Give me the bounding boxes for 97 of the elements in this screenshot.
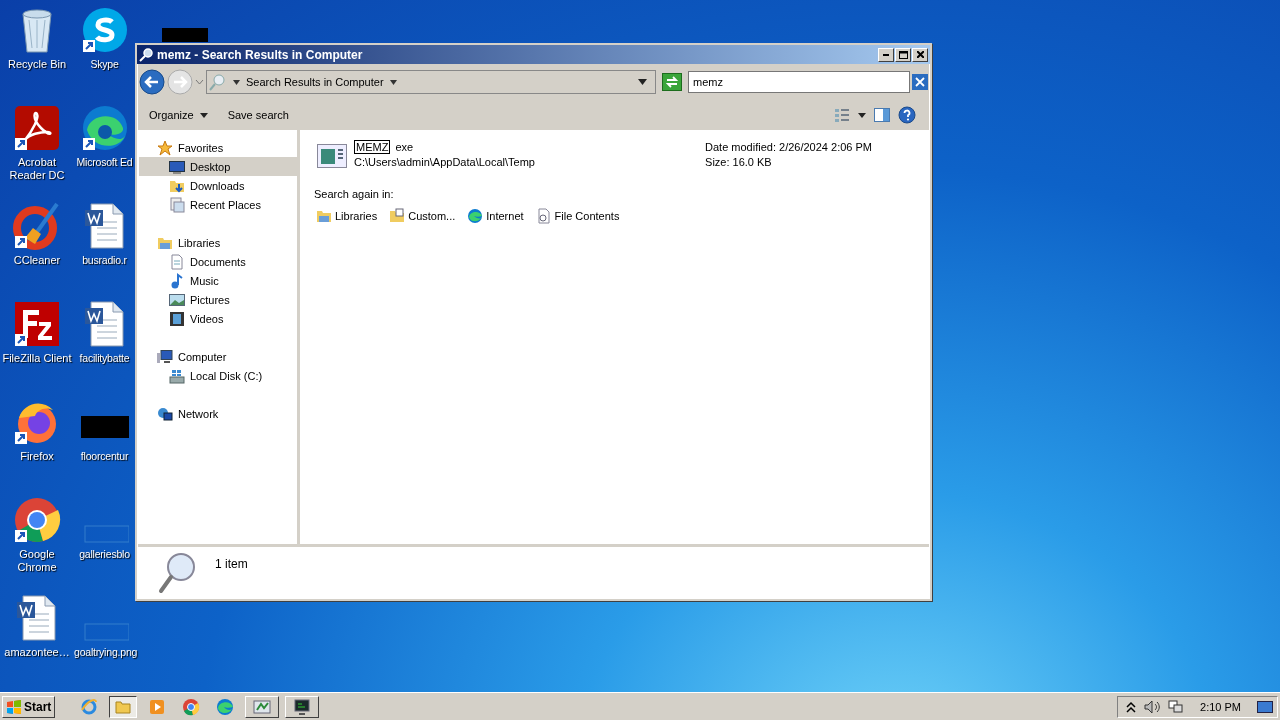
clock[interactable]: 2:10 PM	[1200, 700, 1241, 713]
close-button[interactable]	[912, 47, 928, 62]
sidebar-item[interactable]: Network	[139, 404, 297, 423]
sidebar-item[interactable]: Recent Places	[139, 195, 297, 214]
sidebar-item[interactable]: Videos	[139, 309, 297, 328]
folder-icon	[389, 208, 406, 224]
icon-label: Acrobat Reader DC	[8, 156, 66, 182]
search-location-button[interactable]: Internet	[465, 206, 526, 226]
icon-label: Firefox	[19, 450, 55, 463]
sidebar-item[interactable]: Downloads	[139, 176, 297, 195]
icon-label: amazontee…	[3, 646, 71, 659]
sidebar-item[interactable]: Libraries	[139, 233, 297, 252]
edge-icon	[467, 208, 484, 224]
edge-icon	[216, 697, 235, 716]
search-location-button[interactable]: Libraries	[314, 206, 380, 226]
monitor-icon	[293, 697, 312, 716]
windows-logo-icon	[6, 699, 22, 714]
icon-label: Google Chrome	[16, 548, 58, 574]
caret-icon[interactable]	[389, 79, 397, 85]
caret-icon[interactable]	[233, 79, 240, 85]
shortcut-pdf-icon[interactable]	[13, 104, 61, 152]
icon-label: Microsoft Ed	[75, 156, 134, 169]
music-note-icon	[169, 272, 185, 289]
film-icon	[169, 310, 185, 327]
speaker-icon[interactable]	[1144, 699, 1161, 714]
picture-icon	[169, 291, 185, 308]
icon-label: galleriesblo	[78, 548, 131, 561]
search-result[interactable]: MEMZ exe C:\Users\admin\AppData\Local\Temp Date modified: 2/26/2024 2:06 PM Size: 16.0 KB	[314, 140, 916, 172]
search-icon	[209, 73, 227, 91]
date-modified: Date modified: 2/26/2024 2:06 PM	[705, 140, 872, 155]
file-name: MEMZ exe	[354, 140, 415, 155]
shortcut-broom-icon[interactable]	[13, 202, 61, 250]
image-thumbnail[interactable]	[162, 28, 208, 42]
back-button[interactable]	[139, 69, 165, 95]
organize-menu[interactable]: Organize	[143, 106, 214, 124]
search-icon	[139, 47, 153, 62]
section-label: Search again in:	[314, 188, 395, 200]
sidebar-item[interactable]: Documents	[139, 252, 297, 271]
media-player-icon	[148, 697, 167, 716]
document-search-icon	[535, 208, 552, 224]
breadcrumb[interactable]: Search Results in Computer	[246, 76, 384, 88]
icon-label: Recycle Bin	[6, 58, 68, 71]
dropdown-caret-icon[interactable]	[638, 79, 647, 85]
minimize-icon	[883, 53, 889, 56]
drive-icon	[169, 367, 185, 384]
library-icon	[316, 208, 332, 224]
caret-icon[interactable]	[858, 112, 866, 118]
document-icon	[169, 253, 185, 270]
close-icon	[916, 51, 924, 58]
maximize-button[interactable]	[895, 47, 911, 62]
chevron-icon[interactable]	[1126, 700, 1137, 713]
sidebar-item[interactable]: Favorites	[139, 138, 297, 157]
icon-label: floorcentur	[79, 450, 130, 463]
browser-icon	[80, 697, 99, 716]
window-title: memz - Search Results in Computer	[157, 47, 363, 62]
file-path: C:\Users\admin\AppData\Local\Temp	[354, 155, 536, 170]
chrome-icon	[182, 697, 201, 716]
network-icon	[157, 405, 173, 422]
item-count: 1 item	[215, 557, 248, 571]
recent-places-icon	[169, 196, 185, 213]
app-icon	[253, 697, 272, 716]
save-search-button[interactable]: Save search	[221, 106, 295, 124]
sidebar-item[interactable]: Pictures	[139, 290, 297, 309]
icon-label: FileZilla Client	[2, 352, 72, 365]
icon-label: facilitybatte	[78, 352, 131, 365]
icon-label: busradio.r	[81, 254, 128, 267]
star-icon	[157, 139, 173, 156]
sidebar-item[interactable]: Music	[139, 271, 297, 290]
shortcut-chrome-icon[interactable]	[13, 496, 61, 544]
view-options-icon[interactable]	[834, 107, 850, 123]
icon-label: CCleaner	[12, 254, 62, 267]
icon-label: Skype	[89, 58, 120, 71]
sidebar-item[interactable]: Local Disk (C:)	[139, 366, 297, 385]
taskbar-button[interactable]	[109, 695, 138, 718]
maximize-icon	[898, 50, 908, 59]
search-field[interactable]: memz	[688, 71, 910, 93]
start-button[interactable]: Start	[2, 695, 56, 718]
shortcut-edge-icon[interactable]	[80, 104, 129, 152]
computer-icon	[157, 348, 173, 365]
minimize-button[interactable]	[878, 47, 894, 62]
icon-label: goaltrying.png	[74, 646, 135, 659]
refresh-button[interactable]	[662, 73, 682, 91]
sidebar-item[interactable]: Computer	[139, 347, 297, 366]
search-location-button[interactable]: File Contents	[533, 206, 622, 226]
monitor-icon	[169, 158, 185, 175]
preview-pane-icon[interactable]	[874, 107, 890, 123]
show-desktop-button[interactable]	[1257, 699, 1273, 714]
help-icon[interactable]	[898, 106, 916, 124]
search-location-button[interactable]: Custom...	[387, 206, 458, 226]
shortcut-filezilla-icon[interactable]	[13, 300, 61, 348]
file-size: Size: 16.0 KB	[705, 155, 773, 170]
sidebar-item[interactable]: Desktop	[139, 157, 297, 176]
clear-button[interactable]	[912, 74, 928, 90]
network-icon[interactable]	[1168, 699, 1185, 714]
address-bar[interactable]: Search Results in Computer	[206, 70, 656, 94]
caret-icon	[199, 112, 208, 118]
shortcut-skype-icon[interactable]	[80, 6, 129, 54]
